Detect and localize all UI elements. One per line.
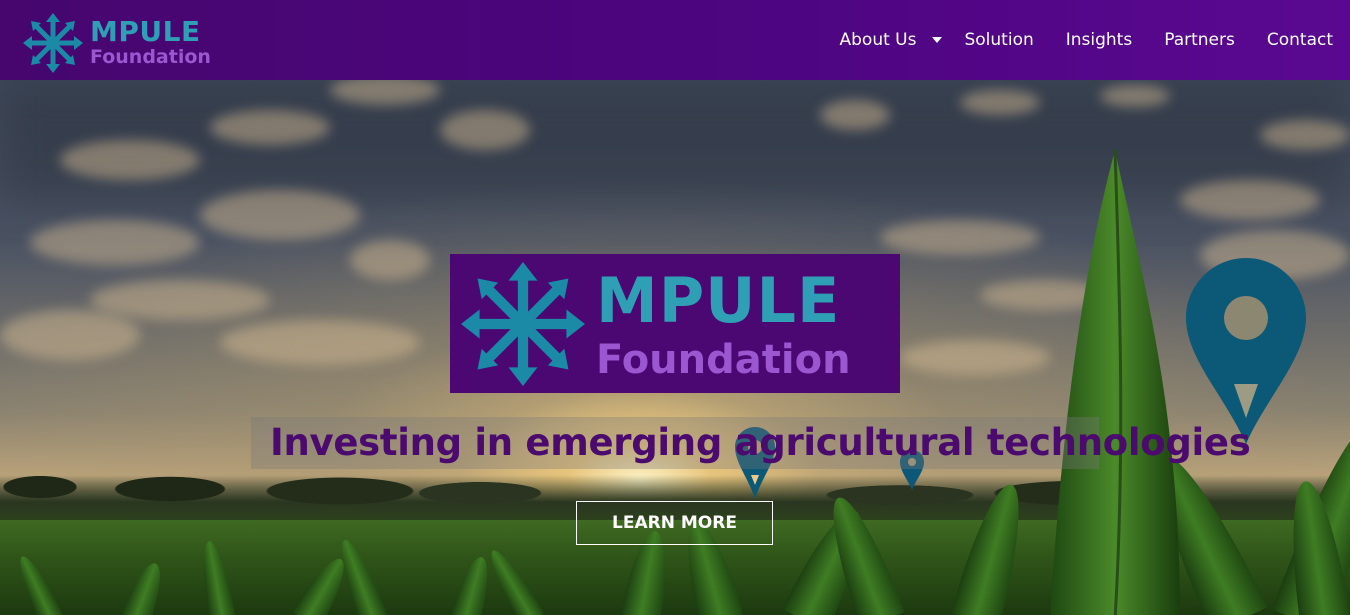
nav-item-label: Insights <box>1065 30 1133 50</box>
nav-item-partners[interactable]: Partners <box>1164 30 1235 50</box>
main-nav: About Us Solution Insights Partners Cont… <box>840 0 1333 80</box>
nav-item-label: Contact <box>1266 30 1333 50</box>
map-pin-icon <box>1186 258 1306 444</box>
learn-more-button[interactable]: LEARN MORE <box>576 501 773 545</box>
site-header: MPULE Foundation About Us Solution Insig… <box>0 0 1350 80</box>
snowflake-arrows-icon <box>461 262 585 386</box>
snowflake-arrows-icon <box>23 13 83 73</box>
hero-section: MPULE Foundation Investing in emerging a… <box>0 80 1350 615</box>
nav-item-about-us[interactable]: About Us <box>839 30 943 50</box>
hero-brand-sub: Foundation <box>596 337 851 383</box>
hero-logo: MPULE Foundation <box>450 254 900 393</box>
nav-item-label: Partners <box>1164 30 1235 50</box>
chevron-down-icon[interactable] <box>932 37 943 43</box>
nav-item-label: About Us <box>839 30 917 50</box>
header-logo[interactable]: MPULE Foundation <box>22 13 222 73</box>
logo-brand-sub: Foundation <box>90 46 211 68</box>
nav-item-contact[interactable]: Contact <box>1267 30 1333 50</box>
corn-leaf <box>1050 150 1180 615</box>
hero-tagline: Investing in emerging agricultural techn… <box>270 421 1251 464</box>
nav-item-label: Solution <box>964 30 1034 50</box>
nav-item-insights[interactable]: Insights <box>1066 30 1132 50</box>
logo-brand-name: MPULE <box>90 15 201 48</box>
nav-item-solution[interactable]: Solution <box>964 30 1033 50</box>
hero-brand-name: MPULE <box>596 264 841 337</box>
